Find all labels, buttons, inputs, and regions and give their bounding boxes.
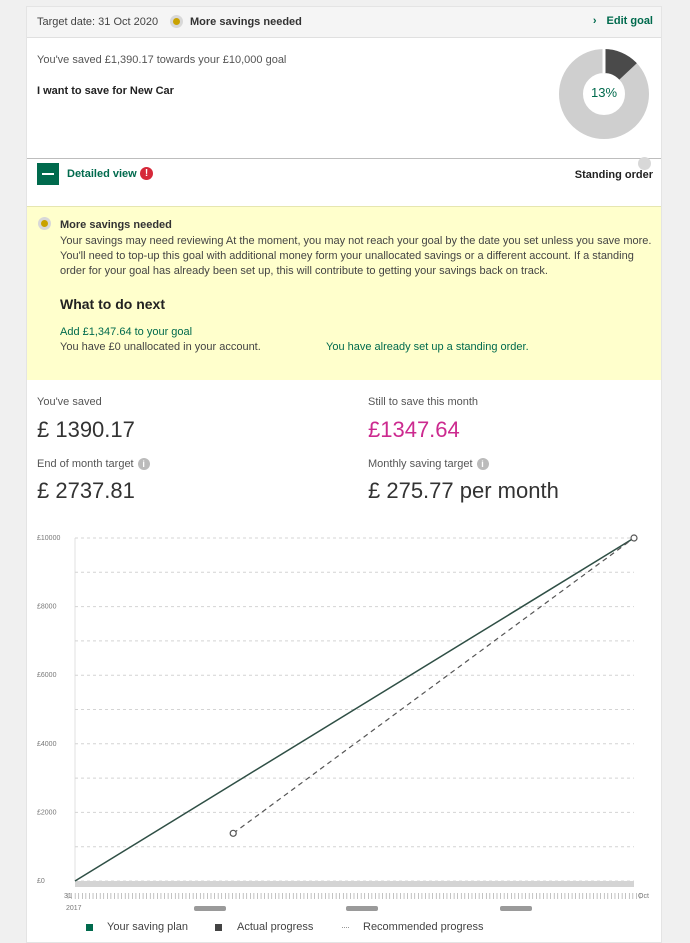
savings-chart: £0 £2000 £4000 £6000 £8000 £10000 31 2017 Oct [37,534,649,912]
legend-swatch-actual-progress [215,924,222,931]
legend-actual-progress: Actual progress [237,921,314,933]
series-point [229,829,237,837]
series-line-1 [232,537,635,834]
x-year-label-blur [346,906,378,911]
legend-recommended-progress: Recommended progress [363,921,484,933]
x-tick-label-start: 31 [64,893,72,900]
y-tick-label: £6000 [37,672,57,679]
y-tick-label: £2000 [37,809,57,816]
x-axis-band [75,881,634,887]
legend-swatch-saving-plan [86,924,93,931]
x-tick-label-year: 2017 [66,905,82,912]
x-tick-label-end: Oct [638,893,649,900]
x-year-label-blur [194,906,226,911]
y-tick-label: £10000 [37,535,60,542]
x-year-label-blur [500,906,532,911]
y-tick-label: £0 [37,878,45,885]
y-tick-label: £4000 [37,741,57,748]
y-tick-label: £8000 [37,604,57,611]
legend-swatch-recommended-progress [342,927,349,928]
legend-saving-plan: Your saving plan [107,921,188,933]
series-point [630,534,638,542]
